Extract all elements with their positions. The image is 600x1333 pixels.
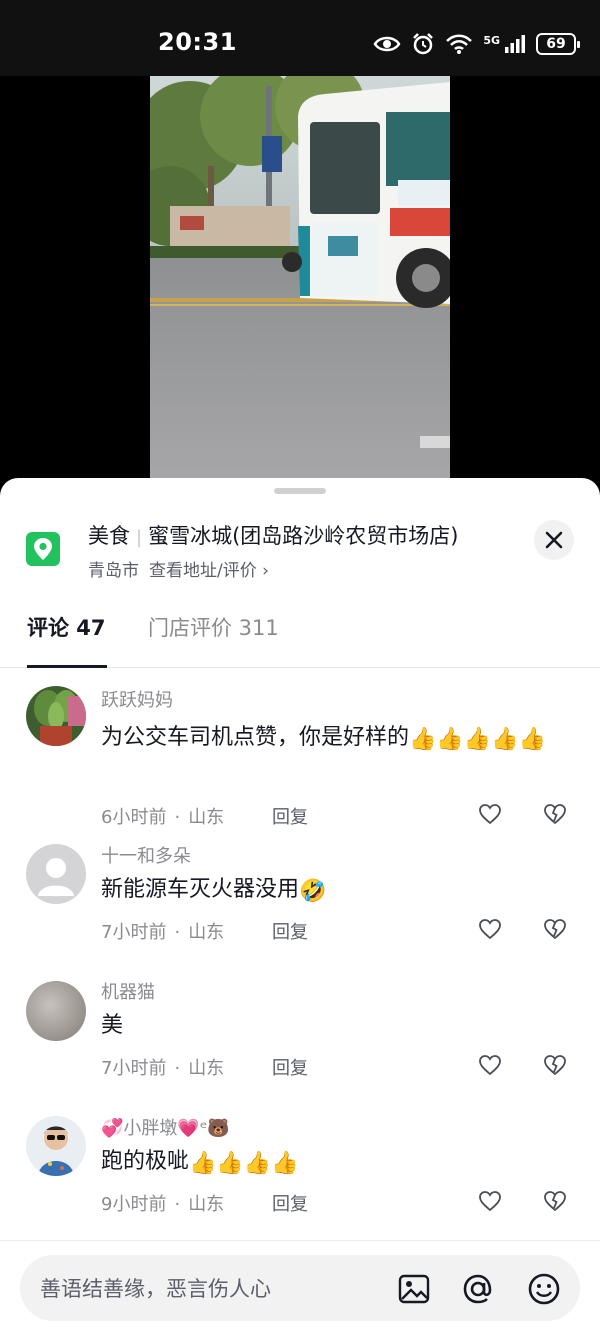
comment-meta: 7小时前 · 山东: [101, 918, 224, 944]
location-pin-icon: [26, 532, 60, 566]
broken-heart-icon[interactable]: [543, 1053, 567, 1077]
status-time: 20:31: [158, 28, 237, 56]
poi-name: 蜜雪冰城(团岛路沙岭农贸市场店): [148, 524, 459, 548]
comment-username[interactable]: 💞小胖墩💗ᵉ🐻: [101, 1114, 230, 1140]
poi-title: 美食 | 蜜雪冰城(团岛路沙岭农贸市场店): [88, 520, 458, 550]
poi-address-link[interactable]: 查看地址/评价 ›: [149, 561, 269, 581]
comment-username[interactable]: 十一和多朵: [101, 842, 191, 868]
comment-input[interactable]: 善语结善缘，恶言伤人心: [20, 1255, 580, 1321]
heart-outline-icon[interactable]: [478, 1189, 502, 1213]
comment-tabs: 评论 47 门店评价 311: [0, 598, 600, 668]
comment-emojis: 👍👍👍👍👍: [409, 727, 546, 752]
at-icon[interactable]: [460, 1271, 496, 1307]
comment-item[interactable]: 跃跃妈妈 为公交车司机点赞，你是好样的👍👍👍👍👍 6小时前 · 山东 回复: [0, 674, 600, 848]
battery-icon: 69: [536, 33, 580, 55]
comment-region: 山东: [188, 807, 225, 828]
alarm-icon: [411, 32, 435, 56]
app-root: 20:31 5G 69 美食 | 蜜雪冰城(团岛路沙岭农贸市场店) 青岛市 查看…: [0, 0, 600, 1333]
tab-comments[interactable]: 评论 47: [27, 612, 106, 642]
meta-dot: ·: [174, 1058, 181, 1079]
emoji-icon[interactable]: [526, 1271, 562, 1307]
comment-text: 新能源车灭火器没用🤣: [101, 872, 561, 908]
meta-dot: ·: [174, 807, 181, 828]
video-frame[interactable]: [150, 76, 450, 496]
status-bar: 20:31 5G 69: [0, 0, 600, 76]
comment-region: 山东: [188, 1058, 225, 1079]
meta-dot: ·: [174, 1194, 181, 1215]
tab-store-reviews[interactable]: 门店评价 311: [148, 612, 279, 642]
comment-time: 7小时前: [101, 1058, 167, 1079]
poi-city: 青岛市: [88, 561, 139, 581]
comment-time: 6小时前: [101, 807, 167, 828]
username-text: 小胖墩: [123, 1118, 178, 1139]
comment-body: 为公交车司机点赞，你是好样的: [101, 725, 410, 750]
tab-active-indicator: [27, 665, 107, 668]
network-type: 5G: [483, 33, 500, 47]
broken-heart-icon[interactable]: [543, 1189, 567, 1213]
video-thumbnail: [150, 76, 450, 496]
broken-heart-icon[interactable]: [543, 802, 567, 826]
heart-outline-icon[interactable]: [478, 802, 502, 826]
poi-card[interactable]: 美食 | 蜜雪冰城(团岛路沙岭农贸市场店) 青岛市 查看地址/评价 ›: [0, 514, 600, 584]
comment-list: 跃跃妈妈 为公交车司机点赞，你是好样的👍👍👍👍👍 6小时前 · 山东 回复 十一和多…: [0, 674, 600, 1256]
comment-region: 山东: [188, 1194, 225, 1215]
battery-level: 69: [546, 36, 566, 52]
username-prefix-emoji: 💞: [101, 1118, 124, 1139]
close-button[interactable]: [534, 520, 574, 560]
avatar[interactable]: [26, 1116, 86, 1176]
reply-button[interactable]: 回复: [272, 1054, 308, 1080]
image-icon[interactable]: [396, 1271, 432, 1307]
signal-icon: [504, 34, 526, 54]
reply-button[interactable]: 回复: [272, 1190, 308, 1216]
reply-button[interactable]: 回复: [272, 918, 308, 944]
poi-separator: |: [136, 527, 143, 548]
comment-item[interactable]: 💞小胖墩💗ᵉ🐻 跑的极呲👍👍👍👍 9小时前 · 山东 回复: [0, 1116, 600, 1256]
close-icon: [545, 531, 563, 549]
comment-username[interactable]: 跃跃妈妈: [101, 686, 173, 712]
comment-time: 9小时前: [101, 1194, 167, 1215]
avatar[interactable]: [26, 686, 86, 746]
video-player[interactable]: [0, 76, 600, 496]
comment-text: 美: [101, 1008, 561, 1044]
wifi-icon: [445, 33, 473, 55]
poi-subline: 青岛市 查看地址/评价 ›: [88, 556, 269, 581]
sheet-drag-handle[interactable]: [274, 488, 326, 494]
avatar[interactable]: [26, 844, 86, 904]
comment-input-bar: 善语结善缘，恶言伤人心: [0, 1240, 600, 1333]
comment-text: 为公交车司机点赞，你是好样的👍👍👍👍👍: [101, 720, 561, 756]
username-suffix-emoji: 💗ᵉ🐻: [177, 1118, 230, 1139]
comment-text: 跑的极呲👍👍👍👍: [101, 1144, 561, 1180]
comments-sheet: 美食 | 蜜雪冰城(团岛路沙岭农贸市场店) 青岛市 查看地址/评价 › 评论 47 门…: [0, 478, 600, 1333]
comment-body: 美: [101, 1013, 124, 1038]
meta-dot: ·: [174, 922, 181, 943]
reply-button[interactable]: 回复: [272, 803, 308, 829]
comment-body: 新能源车灭火器没用: [101, 877, 300, 902]
comment-username[interactable]: 机器猫: [101, 978, 155, 1004]
poi-category: 美食: [88, 524, 130, 548]
comment-time: 7小时前: [101, 922, 167, 943]
comment-item[interactable]: 十一和多朵 新能源车灭火器没用🤣 7小时前 · 山东 回复: [0, 844, 600, 984]
eye-icon: [373, 34, 401, 54]
comment-item[interactable]: 机器猫 美 7小时前 · 山东 回复: [0, 981, 600, 1120]
comment-emojis: 🤣: [299, 879, 327, 904]
broken-heart-icon[interactable]: [543, 917, 567, 941]
comment-region: 山东: [188, 922, 225, 943]
comment-meta: 7小时前 · 山东: [101, 1054, 224, 1080]
comment-meta: 9小时前 · 山东: [101, 1190, 224, 1216]
comment-meta: 6小时前 · 山东: [101, 803, 224, 829]
comment-body: 跑的极呲: [101, 1149, 190, 1174]
heart-outline-icon[interactable]: [478, 917, 502, 941]
heart-outline-icon[interactable]: [478, 1053, 502, 1077]
comment-emojis: 👍👍👍👍: [189, 1151, 299, 1176]
comment-input-placeholder: 善语结善缘，恶言伤人心: [40, 1277, 271, 1301]
avatar[interactable]: [26, 981, 86, 1041]
status-icons: 5G 69: [373, 30, 580, 58]
